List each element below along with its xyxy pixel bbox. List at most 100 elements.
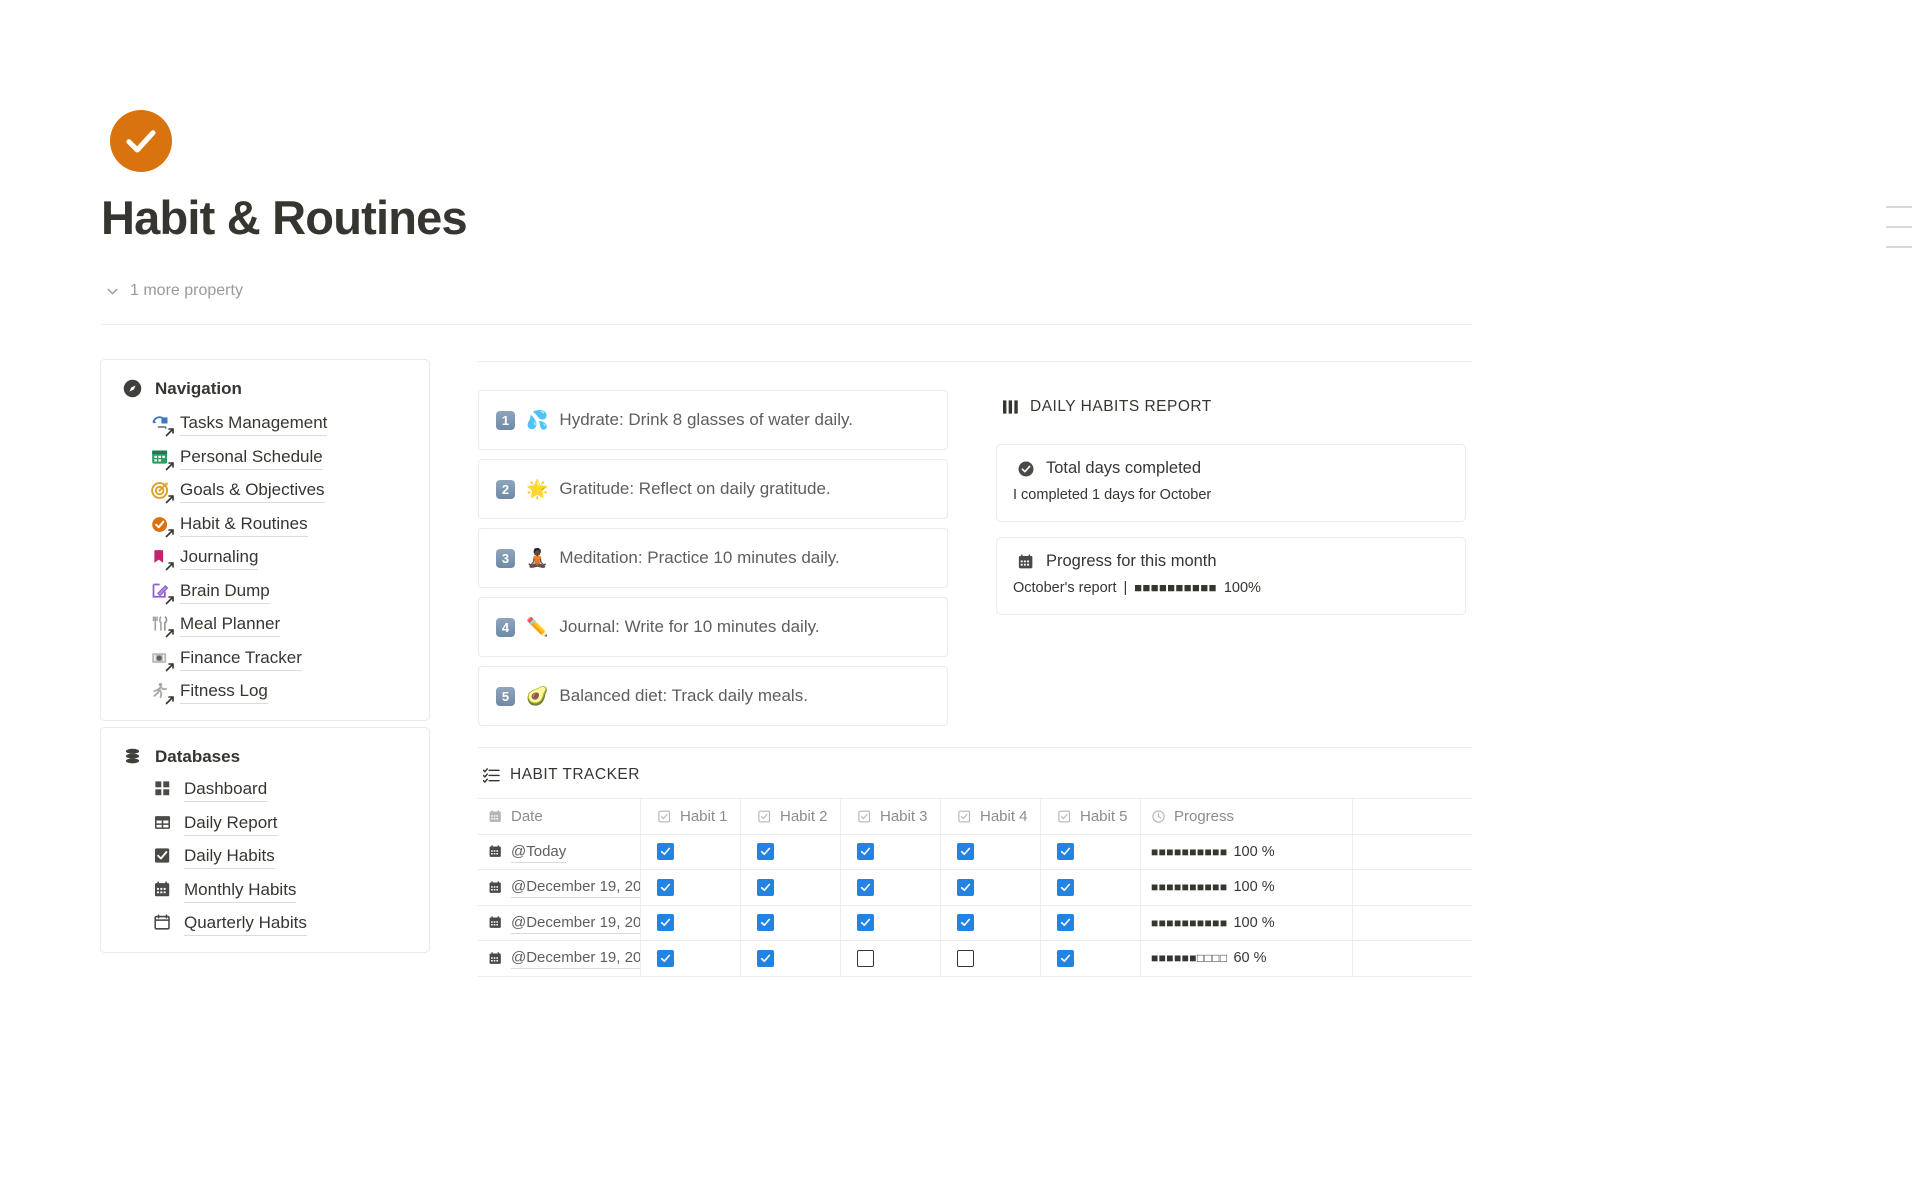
cell-date[interactable]: @December 19, 20 xyxy=(478,870,641,905)
sidebar-item-daily-report[interactable]: Daily Report xyxy=(153,807,429,841)
cell-habit-3[interactable] xyxy=(841,941,941,976)
checkbox-checked-icon[interactable] xyxy=(957,914,974,932)
cell-habit-2[interactable] xyxy=(741,870,841,905)
cell-date[interactable]: @Today xyxy=(478,834,641,869)
checkbox-checked-icon[interactable] xyxy=(857,914,874,932)
cell-habit-4[interactable] xyxy=(941,834,1041,869)
sidebar-item-habit-routines[interactable]: Habit & Routines xyxy=(150,508,429,542)
sidebar-item-monthly-habits[interactable]: Monthly Habits xyxy=(153,874,429,908)
checkbox-unchecked-icon[interactable] xyxy=(957,949,974,967)
checkbox-checked-icon[interactable] xyxy=(857,878,874,896)
cell-progress[interactable]: ■■■■■■■■■■ 100 % xyxy=(1141,834,1353,869)
checkbox-checked-icon[interactable] xyxy=(657,843,674,861)
cell-habit-1[interactable] xyxy=(641,905,741,940)
checkbox-checked-icon[interactable] xyxy=(957,843,974,861)
sidebar-item-goals-objectives[interactable]: Goals & Objectives xyxy=(150,474,429,508)
cell-habit-4[interactable] xyxy=(941,941,1041,976)
cell-date[interactable]: @December 19, 20 xyxy=(478,941,641,976)
column-header-empty[interactable] xyxy=(1353,799,1471,834)
checkbox-checked-icon[interactable] xyxy=(1057,914,1074,932)
cell-progress[interactable]: ■■■■■■■■■■ 100 % xyxy=(1141,905,1353,940)
cell-habit-3[interactable] xyxy=(841,834,941,869)
cell-habit-1[interactable] xyxy=(641,870,741,905)
checkbox-checked-icon[interactable] xyxy=(657,949,674,967)
column-header-date[interactable]: Date xyxy=(478,799,641,834)
cell-habit-3[interactable] xyxy=(841,870,941,905)
column-header-habit-5[interactable]: Habit 5 xyxy=(1041,799,1141,834)
cell-empty[interactable] xyxy=(1353,870,1471,905)
checkbox-checked-icon[interactable] xyxy=(757,914,774,932)
cell-habit-1[interactable] xyxy=(641,834,741,869)
cell-habit-5[interactable] xyxy=(1041,834,1141,869)
checkbox-checked-icon[interactable] xyxy=(657,878,674,896)
sidebar-item-daily-habits[interactable]: Daily Habits xyxy=(153,840,429,874)
sidebar-item-quarterly-habits[interactable]: Quarterly Habits xyxy=(153,907,429,941)
sidebar-item-tasks-management[interactable]: Tasks Management xyxy=(150,407,429,441)
checkbox-checked-icon[interactable] xyxy=(857,843,874,861)
table-row[interactable]: @Today ■■■■■■■■■■ 100 % xyxy=(478,834,1472,870)
calendar-icon xyxy=(489,810,501,822)
cell-habit-5[interactable] xyxy=(1041,941,1141,976)
column-header-progress[interactable]: Progress xyxy=(1141,799,1353,834)
database-icon xyxy=(125,748,140,764)
cell-date[interactable]: @December 19, 20 xyxy=(478,905,641,940)
cell-habit-2[interactable] xyxy=(741,905,841,940)
checkbox-checked-icon[interactable] xyxy=(757,878,774,896)
habit-card[interactable]: 1 💦 Hydrate: Drink 8 glasses of water da… xyxy=(478,390,948,450)
checkbox-unchecked-icon[interactable] xyxy=(857,949,874,967)
sidebar-item-personal-schedule[interactable]: Personal Schedule xyxy=(150,441,429,475)
column-header-habit-4[interactable]: Habit 4 xyxy=(941,799,1041,834)
table-row[interactable]: @December 19, 20 ■■■■■■□□□□ 60 % xyxy=(478,941,1472,977)
cell-habit-5[interactable] xyxy=(1041,870,1141,905)
checkbox-checked-icon[interactable] xyxy=(657,914,674,932)
checkbox-checked-icon[interactable] xyxy=(757,949,774,967)
habit-card[interactable]: 5 🥑 Balanced diet: Track daily meals. xyxy=(478,666,948,726)
external-link-arrow-icon xyxy=(165,696,174,705)
habit-card[interactable]: 4 ✏️ Journal: Write for 10 minutes daily… xyxy=(478,597,948,657)
checkbox-checked-icon[interactable] xyxy=(1057,843,1074,861)
checkbox-checked-icon[interactable] xyxy=(1057,949,1074,967)
cell-progress[interactable]: ■■■■■■□□□□ 60 % xyxy=(1141,941,1353,976)
sidebar-item-dashboard[interactable]: Dashboard xyxy=(153,773,429,807)
cell-habit-4[interactable] xyxy=(941,870,1041,905)
habit-card[interactable]: 2 🌟 Gratitude: Reflect on daily gratitud… xyxy=(478,459,948,519)
sidebar-item-brain-dump[interactable]: Brain Dump xyxy=(150,575,429,609)
column-header-habit-2[interactable]: Habit 2 xyxy=(741,799,841,834)
progress-month-card[interactable]: Progress for this month October's report… xyxy=(996,537,1466,615)
cell-habit-4[interactable] xyxy=(941,905,1041,940)
column-label: Progress xyxy=(1174,807,1235,825)
sidebar-item-label: Meal Planner xyxy=(180,612,281,638)
checkbox-checked-icon[interactable] xyxy=(1057,878,1074,896)
calendar-green-icon xyxy=(150,447,174,471)
cell-empty[interactable] xyxy=(1353,835,1471,870)
checkbox-checked-icon[interactable] xyxy=(757,843,774,861)
habit-number: 3 xyxy=(496,548,515,568)
cell-habit-2[interactable] xyxy=(741,834,841,869)
sidebar-item-journaling[interactable]: Journaling xyxy=(150,541,429,575)
clock-icon xyxy=(1152,810,1165,823)
sidebar-item-fitness-log[interactable]: Fitness Log xyxy=(150,675,429,709)
cell-habit-1[interactable] xyxy=(641,941,741,976)
cell-empty[interactable] xyxy=(1353,941,1471,976)
orange-check-circle-icon[interactable] xyxy=(110,110,172,172)
cell-habit-5[interactable] xyxy=(1041,905,1141,940)
checkbox-checked-icon[interactable] xyxy=(957,878,974,896)
column-header-habit-1[interactable]: Habit 1 xyxy=(641,799,741,834)
cell-habit-2[interactable] xyxy=(741,941,841,976)
sidebar-item-finance-tracker[interactable]: Finance Tracker xyxy=(150,642,429,676)
table-row[interactable]: @December 19, 20 ■■■■■■■■■■ 100 % xyxy=(478,870,1472,906)
cell-progress[interactable]: ■■■■■■■■■■ 100 % xyxy=(1141,870,1353,905)
databases-list: Dashboard Daily Report Daily Habits Mont… xyxy=(101,767,429,941)
habit-card[interactable]: 3 🧘🏿 Meditation: Practice 10 minutes dai… xyxy=(478,528,948,588)
checkbox-checked-icon xyxy=(153,846,174,867)
column-header-habit-3[interactable]: Habit 3 xyxy=(841,799,941,834)
cell-habit-3[interactable] xyxy=(841,905,941,940)
more-properties-toggle[interactable]: 1 more property xyxy=(104,282,243,300)
tracker-title: HABIT TRACKER xyxy=(510,766,640,783)
sidebar-item-meal-planner[interactable]: Meal Planner xyxy=(150,608,429,642)
progress-percent: 100 % xyxy=(1233,843,1275,860)
bar-chart-icon xyxy=(1003,400,1018,414)
cell-empty[interactable] xyxy=(1353,906,1471,941)
total-days-completed-card[interactable]: Total days completed I completed 1 days … xyxy=(996,444,1466,522)
table-row[interactable]: @December 19, 20 ■■■■■■■■■■ 100 % xyxy=(478,905,1472,941)
